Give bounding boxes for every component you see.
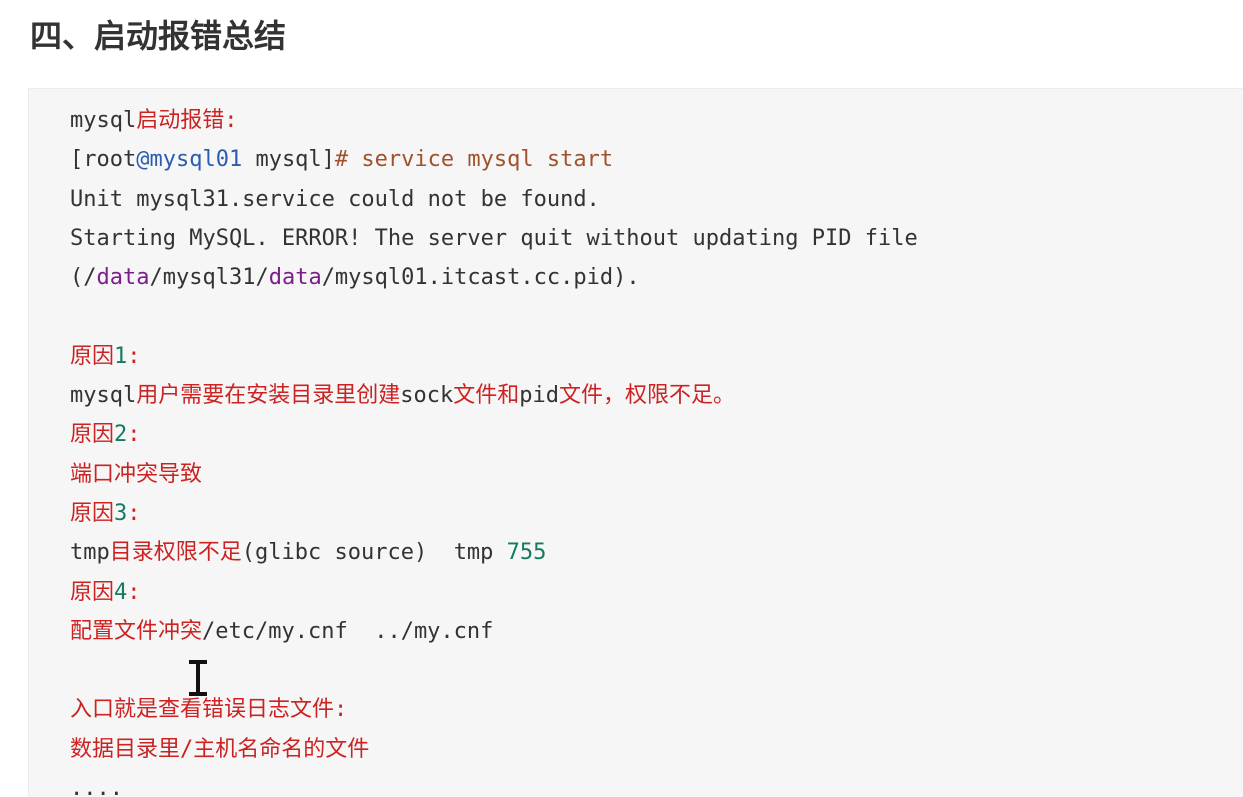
code-token: 原因 bbox=[70, 343, 115, 369]
code-token: sock bbox=[400, 383, 454, 409]
code-token: Unit mysql31.service could not be found. bbox=[70, 186, 600, 212]
code-line: mysql启动报错: bbox=[70, 101, 918, 140]
code-token: 配置文件冲突 bbox=[70, 618, 203, 644]
code-token: 启动报错: bbox=[136, 108, 238, 133]
code-token: # service mysql start bbox=[334, 147, 614, 173]
code-token: (glibc source) tmp bbox=[241, 540, 507, 566]
code-token: /mysql01.itcast.cc.pid). bbox=[321, 265, 640, 291]
code-line: (/data/mysql31/data/mysql01.itcast.cc.pi… bbox=[70, 258, 918, 297]
code-token: data bbox=[96, 265, 150, 291]
code-token: /mysql31/ bbox=[149, 265, 269, 291]
code-token: mysql bbox=[70, 108, 137, 133]
code-token: pid bbox=[519, 383, 559, 409]
code-token: Starting MySQL. ERROR! The server quit w… bbox=[70, 225, 918, 251]
code-token: 文件和 bbox=[453, 383, 520, 409]
code-token: : bbox=[127, 422, 141, 448]
code-token: data bbox=[268, 265, 322, 291]
section-heading: 四、启动报错总结 bbox=[30, 17, 287, 55]
code-token: tmp bbox=[70, 540, 110, 566]
text-cursor-icon bbox=[189, 660, 207, 696]
code-token: 755 bbox=[506, 540, 547, 566]
code-line: 端口冲突导致 bbox=[70, 455, 918, 494]
code-token: : bbox=[127, 343, 141, 369]
code-token: 数据目录里/主机名命名的文件 bbox=[70, 736, 370, 762]
code-line: mysql用户需要在安装目录里创建sock文件和pid文件，权限不足。 bbox=[70, 376, 918, 415]
code-token: [root bbox=[70, 147, 137, 173]
code-token: 原因 bbox=[70, 579, 115, 605]
code-token: 文件，权限不足。 bbox=[559, 383, 736, 409]
code-line: tmp目录权限不足(glibc source) tmp 755 bbox=[70, 533, 918, 572]
code-token: 原因 bbox=[70, 422, 115, 448]
code-line: .... bbox=[70, 769, 918, 797]
code-block: mysql启动报错: [root@mysql01 mysql]# service … bbox=[28, 88, 1243, 797]
code-line: 原因4: bbox=[70, 573, 918, 612]
code-token: 端口冲突导致 bbox=[70, 461, 203, 487]
code-token: : bbox=[127, 500, 141, 526]
code-token: 3 bbox=[114, 500, 128, 526]
code-token: .... bbox=[70, 776, 123, 797]
code-line: ​ bbox=[70, 297, 918, 336]
code-token: 用户需要在安装目录里创建 bbox=[136, 383, 401, 409]
code-line: [root@mysql01 mysql]# service mysql star… bbox=[70, 140, 918, 179]
code-token: 1 bbox=[114, 343, 128, 369]
code-token: : bbox=[127, 579, 141, 605]
code-token: 目录权限不足 bbox=[109, 540, 242, 566]
code-line: 配置文件冲突/etc/my.cnf ../my.cnf bbox=[70, 612, 918, 651]
code-token: 原因 bbox=[70, 500, 115, 526]
code-line: 原因1: bbox=[70, 337, 918, 376]
code-token: @mysql01 bbox=[136, 147, 243, 173]
code-token: 2 bbox=[114, 422, 128, 448]
code-token: 4 bbox=[114, 579, 128, 605]
code-token: mysql] bbox=[242, 147, 335, 173]
code-line: 原因2: bbox=[70, 415, 918, 454]
code-line: Starting MySQL. ERROR! The server quit w… bbox=[70, 219, 918, 258]
code-line: 原因3: bbox=[70, 494, 918, 533]
code-line: 数据目录里/主机名命名的文件 bbox=[70, 730, 918, 769]
code-token: (/ bbox=[70, 265, 97, 291]
code-token: 入口就是查看错误日志文件: bbox=[70, 697, 348, 723]
code-line: Unit mysql31.service could not be found. bbox=[70, 180, 918, 219]
code-token: /etc/my.cnf ../my.cnf bbox=[202, 618, 494, 644]
code-line: 入口就是查看错误日志文件: bbox=[70, 690, 918, 729]
code-token: mysql bbox=[70, 383, 137, 409]
